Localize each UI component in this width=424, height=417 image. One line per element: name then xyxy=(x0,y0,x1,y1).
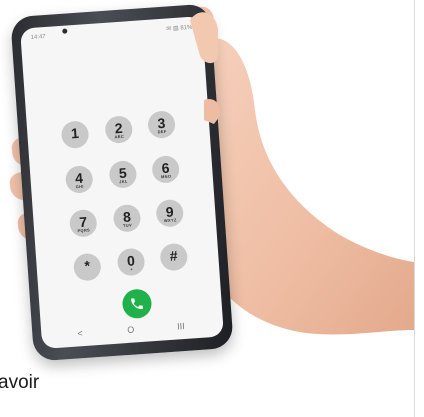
divider-line xyxy=(414,0,415,417)
thumb-overlay xyxy=(190,12,221,124)
caption-text-line-1: avoir xyxy=(0,372,40,393)
photo-stage: 14:47 ✉ ▨ 81% 1 2 ABC 3 DEF 4 GHI 5 JKL … xyxy=(0,0,424,417)
